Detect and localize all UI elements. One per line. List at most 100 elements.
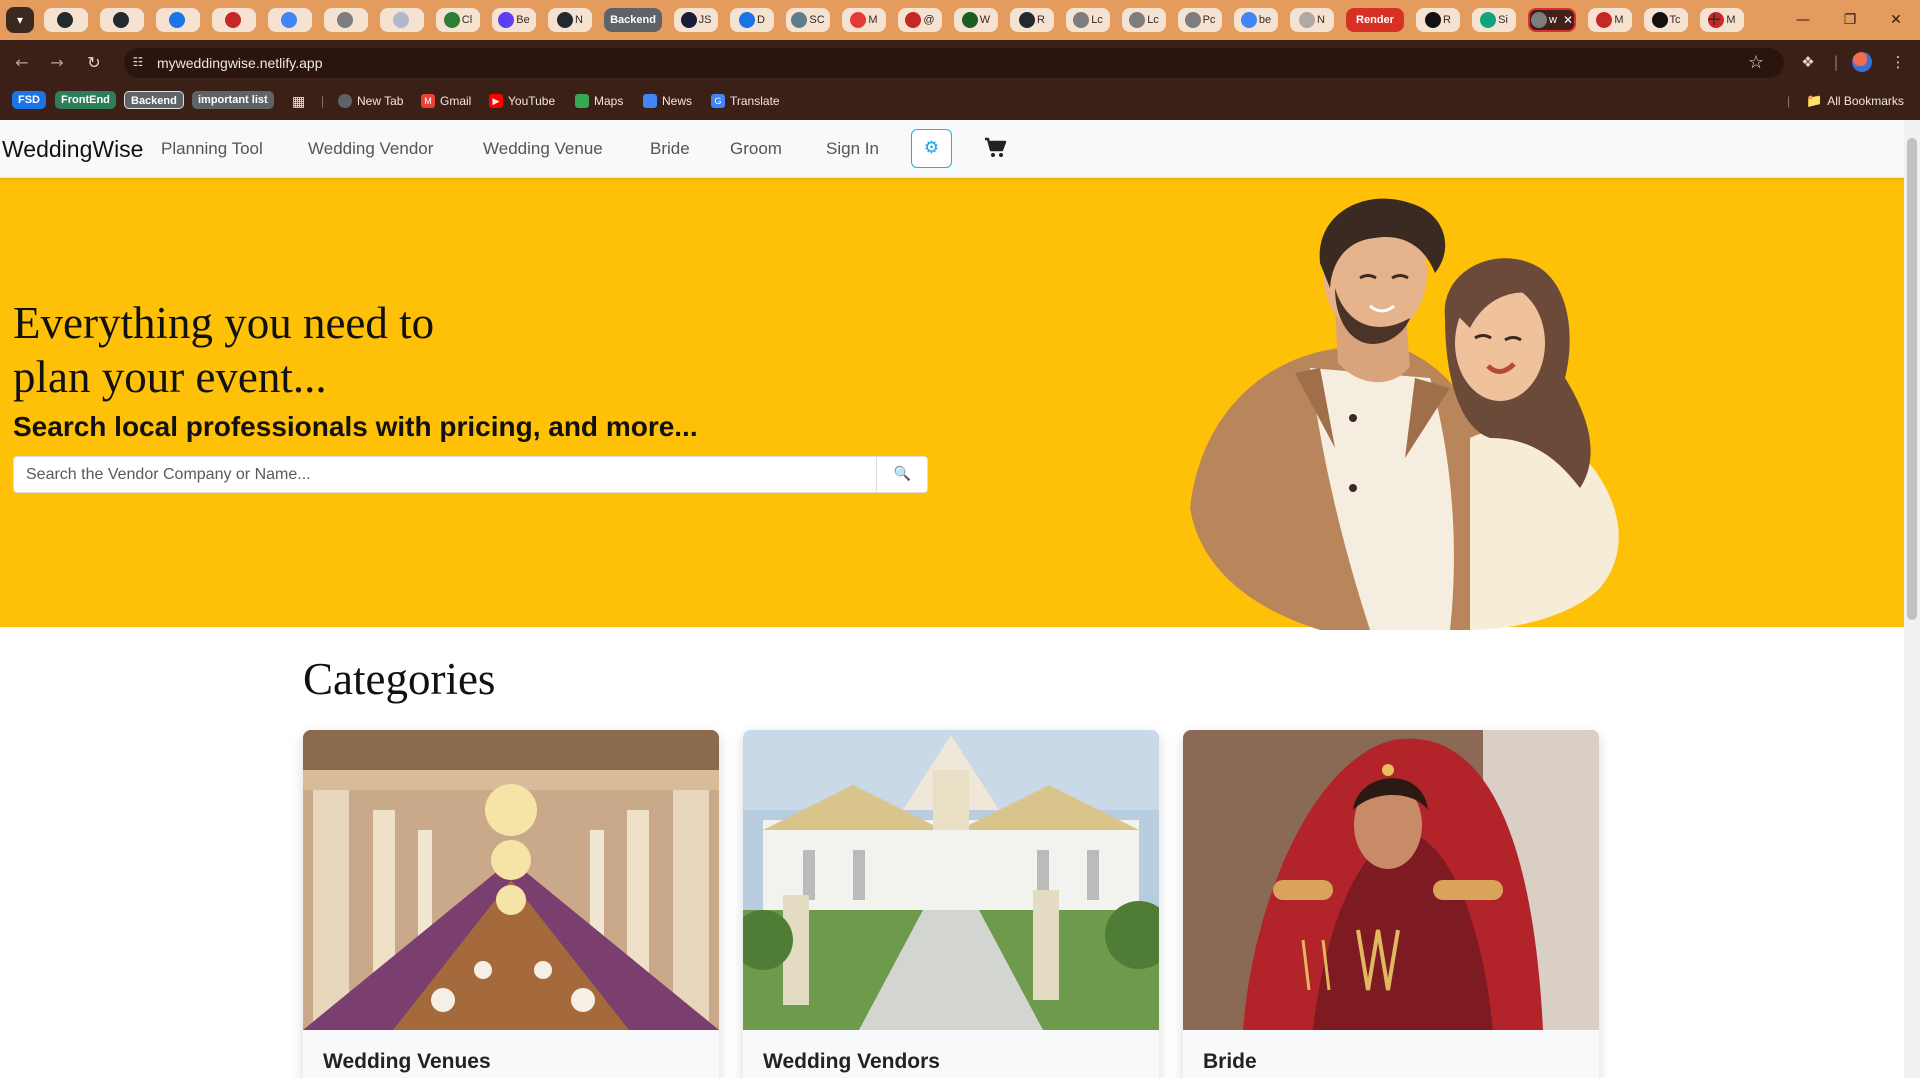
bride-image	[1183, 730, 1599, 1030]
bookmark-gmail[interactable]: M Gmail	[421, 92, 471, 110]
site-navbar: WeddingWise Planning Tool Wedding Vendor…	[0, 120, 1904, 178]
app-icon	[739, 12, 756, 28]
bookmark-label: New Tab	[357, 94, 404, 108]
app-icon	[169, 12, 185, 28]
browser-tab[interactable]: Lc	[1122, 8, 1166, 32]
browser-tab[interactable]	[380, 8, 424, 32]
bookmark-star-icon[interactable]: ☆	[1748, 52, 1764, 73]
couple-illustration	[1190, 198, 1619, 630]
cart-icon[interactable]	[983, 136, 1007, 160]
close-tab-icon[interactable]: ✕	[1563, 13, 1573, 27]
browser-tab[interactable]: N	[1290, 8, 1334, 32]
github-icon	[57, 12, 73, 28]
app-icon	[443, 12, 460, 28]
app-icon	[905, 12, 922, 28]
browser-tab[interactable]: JS	[674, 8, 718, 32]
profile-avatar[interactable]	[1852, 52, 1872, 72]
browser-tab[interactable]: M	[1588, 8, 1632, 32]
apps-grid-icon[interactable]: ▦	[292, 92, 305, 110]
browser-tab[interactable]	[324, 8, 368, 32]
extensions-icon[interactable]: ❖	[1798, 52, 1818, 72]
youtube-icon: ▶	[489, 94, 503, 108]
bookmark-group-frontend[interactable]: FrontEnd	[55, 91, 116, 109]
browser-tab[interactable]: SC	[786, 8, 830, 32]
bookmark-group-fsd[interactable]: FSD	[12, 91, 46, 109]
browser-tab[interactable]: R	[1416, 8, 1460, 32]
tab-label: w	[1548, 14, 1557, 26]
hero-title-line2: plan your event...	[13, 352, 327, 402]
tab-label: Render	[1356, 14, 1394, 26]
bookmark-news[interactable]: News	[643, 92, 692, 110]
reload-icon[interactable]: ↻	[84, 53, 104, 73]
search-button[interactable]: 🔍	[876, 457, 928, 492]
back-icon[interactable]: ←	[12, 53, 32, 73]
menu-icon[interactable]: ⋮	[1888, 52, 1908, 72]
globe-icon	[337, 12, 353, 28]
browser-tab[interactable]	[156, 8, 200, 32]
address-bar[interactable]	[124, 48, 1784, 78]
browser-tab[interactable]	[44, 8, 88, 32]
nav-groom[interactable]: Groom	[730, 139, 782, 159]
site-info-icon[interactable]: ☷	[130, 54, 146, 70]
browser-tab[interactable]: @	[898, 8, 942, 32]
tab-label: R	[1443, 14, 1451, 26]
vendor-search-input[interactable]	[14, 457, 876, 492]
bookmark-maps[interactable]: Maps	[575, 92, 623, 110]
browser-tab[interactable]: W	[954, 8, 998, 32]
category-card-venues[interactable]: Wedding Venues	[303, 730, 719, 1078]
url-text[interactable]: myweddingwise.netlify.app	[157, 55, 323, 71]
tab-label: Be	[516, 14, 530, 26]
browser-tab[interactable]	[100, 8, 144, 32]
browser-tab[interactable]: R	[1010, 8, 1054, 32]
forward-icon[interactable]: →	[47, 53, 67, 73]
nav-wedding-venue[interactable]: Wedding Venue	[483, 139, 603, 159]
browser-tab[interactable]: Lc	[1066, 8, 1110, 32]
tab-label: M	[1726, 14, 1736, 26]
hero-section: Everything you need to plan your event..…	[0, 178, 1904, 630]
app-icon	[225, 12, 241, 28]
tab-label: Backend	[610, 14, 656, 26]
bookmark-youtube[interactable]: ▶ YouTube	[489, 92, 555, 110]
tab-label: R	[1037, 14, 1045, 26]
bookmark-translate[interactable]: G Translate	[711, 92, 780, 110]
all-bookmarks[interactable]: 📁 All Bookmarks	[1806, 92, 1904, 110]
globe-icon	[338, 94, 352, 108]
restore-icon[interactable]: ❐	[1840, 10, 1860, 30]
new-tab-button[interactable]: +	[1704, 10, 1724, 30]
category-card-vendors[interactable]: Wedding Vendors	[743, 730, 1159, 1078]
tab-search-icon[interactable]: ▾	[6, 7, 34, 33]
browser-tab[interactable]: Cl	[436, 8, 480, 32]
brand-logo[interactable]: WeddingWise	[2, 136, 143, 163]
browser-tab[interactable]: Si	[1472, 8, 1516, 32]
bookmark-group-important[interactable]: important list	[192, 91, 274, 109]
active-tab[interactable]: w ✕	[1528, 8, 1576, 32]
category-title: Bride	[1203, 1050, 1257, 1073]
nav-wedding-vendor[interactable]: Wedding Vendor	[308, 139, 433, 159]
theme-toggle-button[interactable]: ⚙	[911, 129, 952, 168]
browser-tab[interactable]: be	[1234, 8, 1278, 32]
category-card-bride[interactable]: Bride	[1183, 730, 1599, 1078]
tab-label: @	[923, 14, 935, 26]
browser-tab[interactable]: Pc	[1178, 8, 1222, 32]
app-icon	[1530, 12, 1547, 28]
nav-sign-in[interactable]: Sign In	[826, 139, 879, 159]
bookmark-group-backend[interactable]: Backend	[124, 91, 184, 109]
bookmark-new-tab[interactable]: New Tab	[338, 92, 403, 110]
app-icon	[1651, 12, 1668, 28]
browser-tab[interactable]: M	[842, 8, 886, 32]
tab-group-render[interactable]: Render	[1346, 8, 1404, 32]
scrollbar-thumb[interactable]	[1907, 138, 1917, 620]
browser-tab[interactable]	[268, 8, 312, 32]
browser-tab[interactable]: D	[730, 8, 774, 32]
minimize-icon[interactable]: —	[1793, 10, 1813, 30]
news-icon	[643, 94, 657, 108]
tab-group-backend[interactable]: Backend	[604, 8, 662, 32]
nav-planning-tool[interactable]: Planning Tool	[161, 139, 263, 159]
browser-tab[interactable]	[212, 8, 256, 32]
browser-tab[interactable]: Be	[492, 8, 536, 32]
vendors-image	[743, 730, 1159, 1030]
nav-bride[interactable]: Bride	[650, 139, 690, 159]
close-window-icon[interactable]: ✕	[1886, 10, 1906, 30]
browser-tab[interactable]: Tc	[1644, 8, 1688, 32]
browser-tab[interactable]: N	[548, 8, 592, 32]
